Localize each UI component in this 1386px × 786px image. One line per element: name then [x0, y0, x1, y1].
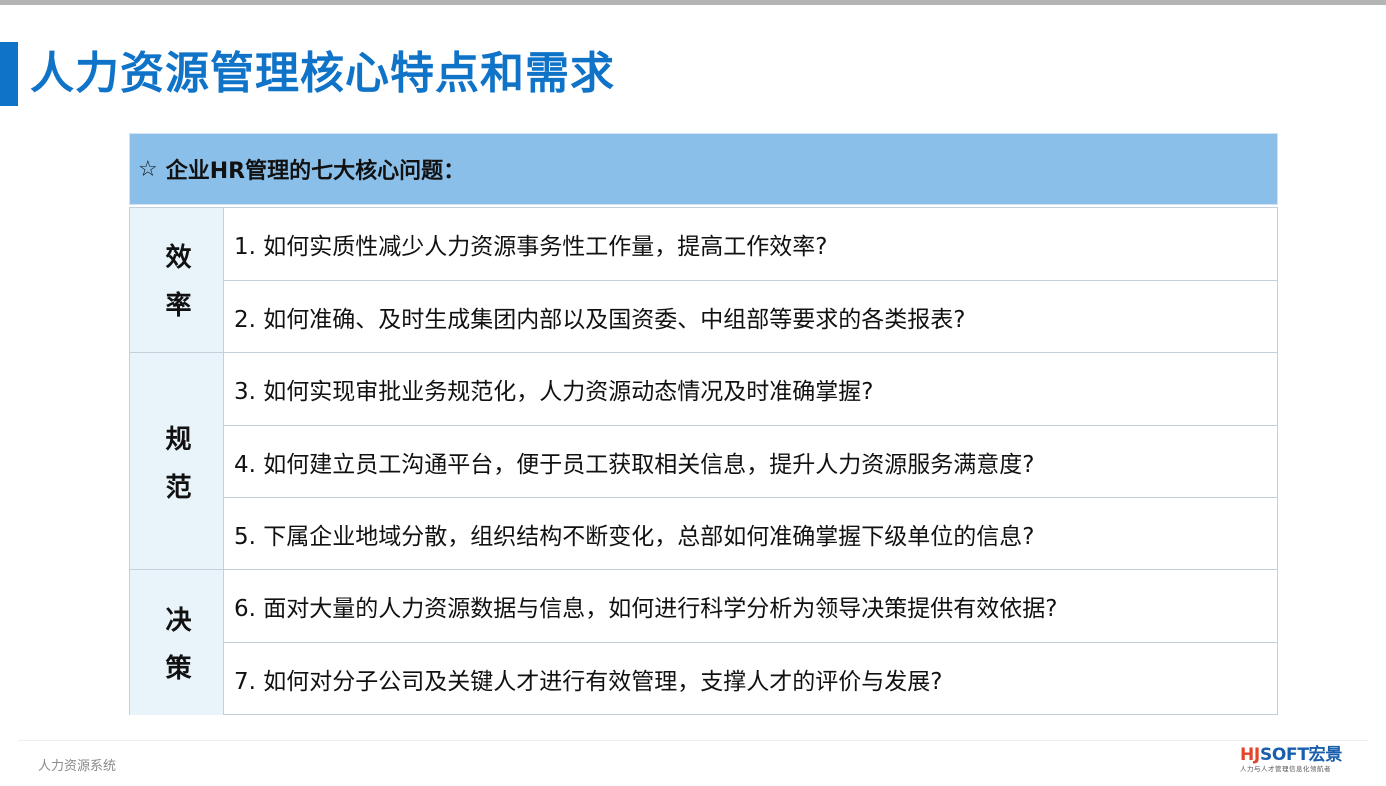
category-label: 规范 [161, 424, 191, 521]
panel-header-title: 企业HR管理的七大核心问题： [165, 159, 466, 184]
question-row: 5. 下属企业地域分散，组织结构不断变化，总部如何准确掌握下级单位的信息? [224, 497, 1277, 569]
question-row: 1. 如何实质性减少人力资源事务性工作量，提高工作效率? [234, 234, 828, 260]
question-list: 6. 面对大量的人力资源数据与信息，如何进行科学分析为领导决策提供有效依据? 7… [224, 570, 1277, 715]
question-list: 3. 如何实现审批业务规范化，人力资源动态情况及时准确掌握? 4. 如何建立员工… [224, 353, 1277, 570]
question-row: 6. 面对大量的人力资源数据与信息，如何进行科学分析为领导决策提供有效依据? [234, 596, 1058, 622]
question-list: 1. 如何实质性减少人力资源事务性工作量，提高工作效率? 2. 如何准确、及时生… [224, 208, 1277, 352]
panel-header: ☆ 企业HR管理的七大核心问题： [129, 133, 1278, 205]
category-cell: 效率 [130, 208, 224, 352]
hjsoft-logo: HJSOFT宏景 人力与人才管理信息化领航者 [1240, 746, 1368, 778]
question-row: 3. 如何实现审批业务规范化，人力资源动态情况及时准确掌握? [234, 379, 874, 405]
logo-wordmark: HJSOFT宏景 [1240, 746, 1368, 765]
title-accent-bar [0, 42, 18, 106]
core-issues-panel: ☆ 企业HR管理的七大核心问题： 效率 1. 如何实质性减少人力资源事务性工作量… [129, 133, 1278, 715]
category-label: 决策 [161, 605, 191, 702]
logo-tagline: 人力与人才管理信息化领航者 [1240, 765, 1331, 773]
page-title: 人力资源管理核心特点和需求 [30, 48, 615, 99]
group-standardization: 规范 3. 如何实现审批业务规范化，人力资源动态情况及时准确掌握? 4. 如何建… [130, 352, 1277, 570]
logo-soft: SOFT宏景 [1259, 745, 1343, 765]
top-border [0, 0, 1386, 5]
category-cell: 决策 [130, 570, 224, 715]
question-row: 4. 如何建立员工沟通平台，便于员工获取相关信息，提升人力资源服务满意度? [224, 425, 1277, 497]
footer-text: 人力资源系统 [38, 759, 117, 774]
group-efficiency: 效率 1. 如何实质性减少人力资源事务性工作量，提高工作效率? 2. 如何准确、… [130, 208, 1277, 352]
question-row: 7. 如何对分子公司及关键人才进行有效管理，支撑人才的评价与发展? [224, 642, 1277, 714]
category-cell: 规范 [130, 353, 224, 570]
logo-hj: HJ [1240, 745, 1260, 765]
category-label: 效率 [161, 243, 191, 339]
star-icon: ☆ [138, 156, 158, 182]
footer-divider [18, 740, 1368, 741]
group-decision: 决策 6. 面对大量的人力资源数据与信息，如何进行科学分析为领导决策提供有效依据… [130, 569, 1277, 715]
issues-table: 效率 1. 如何实质性减少人力资源事务性工作量，提高工作效率? 2. 如何准确、… [129, 207, 1278, 715]
question-row: 2. 如何准确、及时生成集团内部以及国资委、中组部等要求的各类报表? [224, 280, 1277, 352]
